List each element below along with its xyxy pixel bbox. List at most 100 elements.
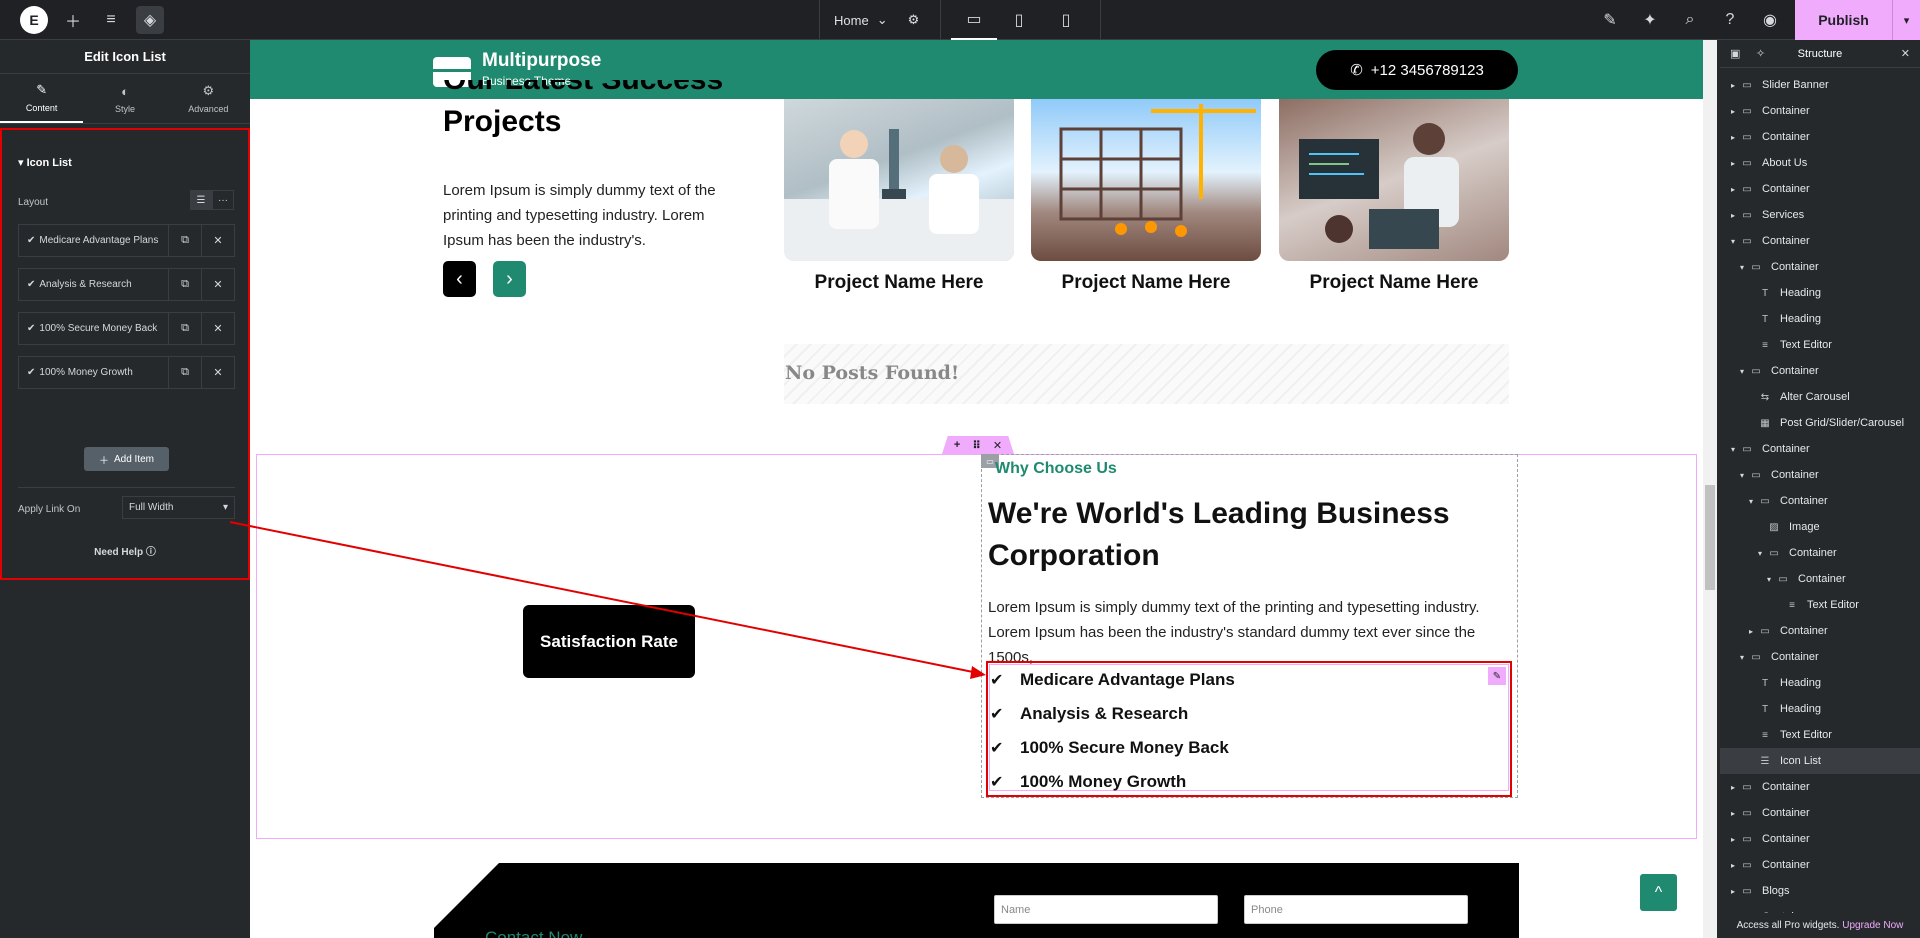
repeater-item[interactable]: ✔ 100% Money Growth ⧉ ✕ bbox=[18, 356, 235, 389]
need-help-link[interactable]: Need Help ⓘ bbox=[2, 543, 248, 558]
layers-icon[interactable]: ◈ bbox=[136, 6, 164, 34]
close-icon[interactable]: ✕ bbox=[201, 225, 234, 256]
structure-item[interactable]: ▾ ▭ Container bbox=[1720, 358, 1920, 384]
close-icon[interactable]: ✕ bbox=[201, 313, 234, 344]
chevron-right-icon[interactable]: ▸ bbox=[1728, 107, 1738, 116]
structure-item[interactable]: ▸ ▭ Container bbox=[1720, 826, 1920, 852]
chevron-right-icon[interactable]: ▸ bbox=[1728, 81, 1738, 90]
structure-item[interactable]: ▾ ▭ Container bbox=[1720, 566, 1920, 592]
structure-item[interactable]: ▸ ▭ Container bbox=[1720, 774, 1920, 800]
structure-item[interactable]: ▸ ▭ Container bbox=[1720, 800, 1920, 826]
chevron-down-icon[interactable]: ▾ bbox=[1728, 445, 1738, 454]
chevron-down-icon[interactable]: ▾ bbox=[1728, 237, 1738, 246]
icon-list-widget[interactable]: ✔ Medicare Advantage Plans ✔ Analysis & Re… bbox=[986, 661, 1512, 797]
elementor-logo-icon[interactable]: E bbox=[20, 6, 48, 34]
project-image[interactable] bbox=[1031, 99, 1261, 261]
tablet-icon[interactable]: ▯ bbox=[996, 0, 1042, 40]
duplicate-icon[interactable]: ⧉ bbox=[168, 313, 201, 344]
page-selector[interactable]: Home ⌄ ⚙ bbox=[834, 0, 919, 40]
project-title[interactable]: Project Name Here bbox=[1031, 272, 1261, 294]
scroll-to-top-button[interactable]: ^ bbox=[1640, 874, 1677, 911]
project-title[interactable]: Project Name Here bbox=[1279, 272, 1509, 294]
chevron-right-icon[interactable]: ▸ bbox=[1728, 887, 1738, 896]
close-icon[interactable]: ✕ bbox=[201, 357, 234, 388]
tab-advanced[interactable]: ⚙ Advanced bbox=[167, 74, 250, 123]
chevron-down-icon[interactable]: ▾ bbox=[1746, 497, 1756, 506]
chevron-down-icon[interactable]: ▾ bbox=[1755, 549, 1765, 558]
structure-item[interactable]: ≡ Text Editor bbox=[1720, 592, 1920, 618]
prev-arrow-button[interactable]: ‹ bbox=[443, 261, 476, 297]
chevron-right-icon[interactable]: ▸ bbox=[1728, 861, 1738, 870]
structure-item[interactable]: ☰ Icon List bbox=[1720, 748, 1920, 774]
phone-field[interactable]: Phone bbox=[1244, 895, 1468, 924]
repeater-item[interactable]: ✔ Analysis & Research ⧉ ✕ bbox=[18, 268, 235, 301]
apply-link-select[interactable]: Full Width ▾ bbox=[122, 496, 235, 519]
plus-icon[interactable]: + bbox=[954, 439, 960, 451]
chevron-down-icon[interactable]: ▾ bbox=[1737, 653, 1747, 662]
project-image[interactable] bbox=[1279, 99, 1509, 261]
name-field[interactable]: Name bbox=[994, 895, 1218, 924]
structure-item[interactable]: ▸ ▭ Container bbox=[1720, 618, 1920, 644]
upgrade-link[interactable]: Upgrade Now bbox=[1842, 920, 1903, 931]
tab-style[interactable]: ◐ Style bbox=[83, 74, 166, 123]
structure-item[interactable]: ▸ ▭ Container bbox=[1720, 176, 1920, 202]
repeater-item[interactable]: ✔ Medicare Advantage Plans ⧉ ✕ bbox=[18, 224, 235, 257]
next-arrow-button[interactable]: › bbox=[493, 261, 526, 297]
canvas-scrollbar[interactable] bbox=[1703, 40, 1717, 938]
structure-item[interactable]: T Heading bbox=[1720, 306, 1920, 332]
structure-item[interactable]: T Heading bbox=[1720, 670, 1920, 696]
chevron-right-icon[interactable]: ▸ bbox=[1728, 783, 1738, 792]
structure-item[interactable]: ▾ ▭ Container bbox=[1720, 644, 1920, 670]
close-icon[interactable]: ✕ bbox=[201, 269, 234, 300]
chevron-down-icon[interactable]: ▾ bbox=[1737, 367, 1747, 376]
add-item-button[interactable]: ＋ Add Item bbox=[84, 447, 169, 471]
structure-item[interactable]: ≡ Text Editor bbox=[1720, 332, 1920, 358]
chevron-down-icon[interactable]: ▾ bbox=[1892, 0, 1920, 40]
publish-button[interactable]: Publish ▾ bbox=[1795, 0, 1920, 40]
structure-item[interactable]: ▦ Post Grid/Slider/Carousel bbox=[1720, 410, 1920, 436]
search-icon[interactable]: ⌕ bbox=[1676, 6, 1704, 34]
duplicate-icon[interactable]: ⧉ bbox=[168, 225, 201, 256]
help-icon[interactable]: ? bbox=[1716, 6, 1744, 34]
chevron-right-icon[interactable]: ▸ bbox=[1728, 835, 1738, 844]
structure-item[interactable]: ▾ ▭ Container bbox=[1720, 254, 1920, 280]
sliders-icon[interactable]: ≡ bbox=[97, 6, 125, 34]
chevron-right-icon[interactable]: ▸ bbox=[1728, 133, 1738, 142]
structure-item[interactable]: ▾ ▭ Container bbox=[1720, 488, 1920, 514]
notification-icon[interactable]: ✦ bbox=[1636, 6, 1664, 34]
mobile-icon[interactable]: ▯ bbox=[1043, 0, 1089, 40]
project-title[interactable]: Project Name Here bbox=[784, 272, 1014, 294]
structure-item[interactable]: ▸ ▭ About Us bbox=[1720, 150, 1920, 176]
structure-item[interactable]: ▾ ▭ Container bbox=[1720, 228, 1920, 254]
inline-layout-icon[interactable]: ··· bbox=[212, 190, 234, 210]
close-icon[interactable]: ✕ bbox=[1901, 47, 1910, 60]
structure-item[interactable]: ▸ ▭ Slider Banner bbox=[1720, 72, 1920, 98]
structure-item[interactable]: ▸ ▭ Services bbox=[1720, 202, 1920, 228]
section-handle[interactable]: + ⠿ ✕ bbox=[942, 436, 1014, 454]
tab-content[interactable]: ✎ Content bbox=[0, 74, 84, 123]
chevron-down-icon[interactable]: ▾ bbox=[1737, 263, 1747, 272]
structure-item[interactable]: ≡ Text Editor bbox=[1720, 722, 1920, 748]
structure-item[interactable]: T Heading bbox=[1720, 696, 1920, 722]
edit-widget-icon[interactable]: ✎ bbox=[1488, 667, 1506, 685]
chevron-down-icon[interactable]: ▾ bbox=[1737, 471, 1747, 480]
repeater-item[interactable]: ✔ 100% Secure Money Back ⧉ ✕ bbox=[18, 312, 235, 345]
structure-item[interactable]: ▸ ▭ Blogs bbox=[1720, 878, 1920, 904]
structure-item[interactable]: ▸ ▭ Container bbox=[1720, 124, 1920, 150]
duplicate-icon[interactable]: ⧉ bbox=[168, 269, 201, 300]
phone-button[interactable]: ✆ +12 3456789123 bbox=[1316, 50, 1518, 90]
satisfaction-rate-button[interactable]: Satisfaction Rate bbox=[523, 605, 695, 678]
project-image[interactable] bbox=[784, 99, 1014, 261]
close-icon[interactable]: ✕ bbox=[993, 439, 1002, 452]
list-layout-icon[interactable]: ☰ bbox=[190, 190, 212, 210]
drag-handle-icon[interactable]: ⠿ bbox=[972, 439, 981, 452]
chevron-right-icon[interactable]: ▸ bbox=[1728, 159, 1738, 168]
rocket-icon[interactable]: ✎ bbox=[1596, 6, 1624, 34]
chevron-down-icon[interactable]: ▾ bbox=[1764, 575, 1774, 584]
eye-icon[interactable]: ◉ bbox=[1756, 6, 1784, 34]
chevron-right-icon[interactable]: ▸ bbox=[1728, 809, 1738, 818]
structure-item[interactable]: ▸ ▭ Container bbox=[1720, 852, 1920, 878]
structure-item[interactable]: ▾ ▭ Container bbox=[1720, 436, 1920, 462]
structure-item[interactable]: ▨ Image bbox=[1720, 514, 1920, 540]
section-toggle[interactable]: ▾ Icon List bbox=[18, 156, 72, 169]
